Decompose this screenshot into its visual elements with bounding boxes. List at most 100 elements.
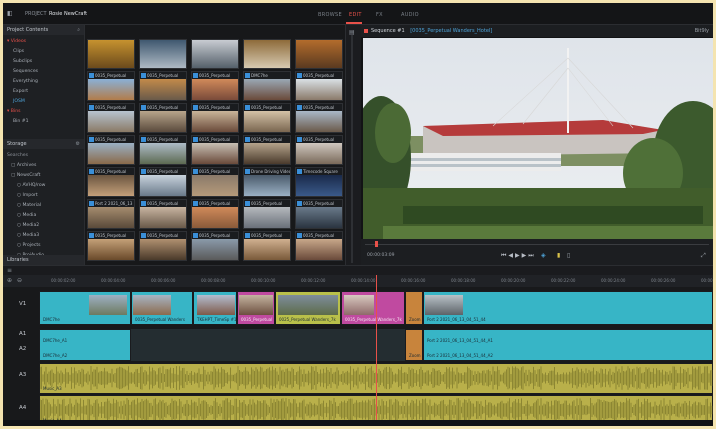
search-icon[interactable]: ⌕ <box>77 27 80 33</box>
video-frame-stadium[interactable] <box>363 38 713 261</box>
clip-type-icon <box>89 233 94 238</box>
thumbnail-image <box>296 207 342 228</box>
viewer-right-label[interactable]: Bit9ly <box>695 25 709 37</box>
tree-item-subclips[interactable]: Subclips <box>7 57 81 67</box>
media-thumbnail[interactable]: DMC7he <box>243 71 291 101</box>
storage-item-projects[interactable]: ○ Projects <box>7 241 45 251</box>
tree-item-josm[interactable]: JOSM <box>7 97 81 107</box>
viewer-scrub-bar[interactable] <box>365 244 709 245</box>
storage-item-media[interactable]: ○ Media <box>7 211 45 221</box>
media-thumbnail[interactable]: 0035_Perpetual <box>191 199 239 229</box>
storage-item-media3[interactable]: ○ Media3 <box>7 231 45 241</box>
media-thumbnail[interactable]: Timecode Square <box>295 167 343 197</box>
thumbnail-caption: 0035_Perpetual <box>192 232 238 239</box>
clip-v1-7[interactable]: Zoom <box>405 291 423 325</box>
thumbnail-caption: 0035_Perpetual <box>88 168 134 175</box>
media-thumbnail[interactable]: 0035_Perpetual <box>191 135 239 165</box>
storage-item-media2[interactable]: ○ Media2 <box>7 221 45 231</box>
tree-item-bins[interactable]: ▾ Bins <box>7 107 81 117</box>
media-thumbnail[interactable]: 0035_Perpetual <box>191 231 239 261</box>
storage-item-material[interactable]: ○ Material <box>7 201 45 211</box>
thumbnail-caption: 0035_Perpetual <box>244 200 290 207</box>
track-label-a2[interactable]: A2 <box>3 346 39 352</box>
timeline-playhead[interactable] <box>376 275 377 426</box>
track-label-v1[interactable]: V1 <box>3 301 39 307</box>
insert-icon[interactable]: ▯ <box>567 252 570 259</box>
project-name-dropdown[interactable]: Rosie NewCraft <box>49 11 87 17</box>
tab-edit[interactable]: EDIT <box>349 12 362 18</box>
transport-controls[interactable]: ⏮◀▶▶⏭ <box>501 252 536 260</box>
track-label-a3[interactable]: A3 <box>3 372 39 378</box>
media-thumbnail[interactable] <box>191 39 239 69</box>
zoom-in-icon[interactable]: ⊕ <box>7 277 12 284</box>
clip-type-icon <box>141 105 146 110</box>
media-thumbnail[interactable]: 0035_Perpetual <box>243 231 291 261</box>
libraries-header[interactable]: Libraries <box>3 255 84 265</box>
track-label-a1[interactable]: A1 <box>3 331 39 337</box>
storage-item-newscraft[interactable]: ▢ NewsCraft <box>7 171 45 181</box>
media-thumbnail[interactable]: 0035_Perpetual <box>295 103 343 133</box>
media-thumbnail[interactable]: 0035_Perpetual <box>87 103 135 133</box>
storage-item-import[interactable]: ○ Import <box>7 191 45 201</box>
storage-item-avhq[interactable]: ○ AVHQ/row <box>7 181 45 191</box>
thumbnail-caption: 0035_Perpetual <box>140 72 186 79</box>
tree-item-export[interactable]: Export <box>7 87 81 97</box>
zoom-out-icon[interactable]: ⊖ <box>17 277 22 284</box>
media-thumbnail[interactable]: Port 2 2021_06_13 <box>87 199 135 229</box>
browser-scrollbar[interactable] <box>351 35 353 263</box>
media-thumbnail[interactable]: 0035_Perpetual <box>139 199 187 229</box>
media-thumbnail[interactable] <box>139 39 187 69</box>
media-thumbnail[interactable]: 0035_Perpetual <box>87 135 135 165</box>
media-thumbnail[interactable]: 0035_Perpetual <box>87 167 135 197</box>
clip-v1-8[interactable]: Port 2 2021_06_13_04_51_44 <box>423 291 713 325</box>
overwrite-icon[interactable]: ▮ <box>557 252 560 259</box>
clip-type-icon <box>245 201 250 206</box>
tab-fx[interactable]: FX <box>376 12 383 18</box>
media-thumbnail[interactable]: 0035_Perpetual <box>139 71 187 101</box>
panel-divider-strip: ▤ <box>345 25 361 265</box>
media-thumbnail[interactable] <box>243 39 291 69</box>
tree-item-videos[interactable]: ▾ Videos <box>7 37 81 47</box>
media-thumbnail[interactable]: 0035_Perpetual <box>295 199 343 229</box>
media-thumbnail[interactable]: Drone Driving Video <box>243 167 291 197</box>
media-thumbnail[interactable] <box>295 39 343 69</box>
viewer-timecode[interactable]: 00:00:03:09 <box>367 253 394 258</box>
tree-item-clips[interactable]: Clips <box>7 47 81 57</box>
media-thumbnail[interactable]: 0035_Perpetual <box>191 103 239 133</box>
media-thumbnail[interactable]: 0035_Perpetual <box>243 199 291 229</box>
media-thumbnail[interactable]: 0035_Perpetual <box>243 103 291 133</box>
media-thumbnail[interactable]: 0035_Perpetual <box>191 71 239 101</box>
media-thumbnail[interactable]: 0035_Perpetual <box>295 135 343 165</box>
tree-item-sequences[interactable]: Sequences <box>7 67 81 77</box>
media-thumbnail[interactable]: 0035_Perpetual <box>191 167 239 197</box>
thumbnail-image <box>244 111 290 132</box>
timeline-scrollbar[interactable] <box>3 420 713 426</box>
media-thumbnail[interactable]: 0035_Perpetual <box>295 71 343 101</box>
viewer-playhead-marker[interactable] <box>375 241 378 247</box>
tree-item-bin-1[interactable]: Bin #1 <box>7 117 81 127</box>
clip-a1-1[interactable]: DMC7he_A1 DMC7he_A2 <box>39 329 131 361</box>
storage-item-searches[interactable]: Searches <box>7 151 45 161</box>
clip-type-icon <box>297 201 302 206</box>
clip-a1-2[interactable]: Port 2 2021_06_13_04_51_44_A1 Port 2 202… <box>423 329 713 361</box>
storage-item-archives[interactable]: ▢ Archives <box>7 161 45 171</box>
media-thumbnail[interactable]: 0035_Perpetual <box>139 135 187 165</box>
tree-item-everything[interactable]: Everything <box>7 77 81 87</box>
media-thumbnail[interactable]: 0035_Perpetual <box>295 231 343 261</box>
media-thumbnail[interactable]: 0035_Perpetual <box>139 167 187 197</box>
tab-browse[interactable]: BROWSE <box>318 12 342 18</box>
track-label-a4[interactable]: A4 <box>3 405 39 411</box>
media-thumbnail[interactable]: 0035_Perpetual <box>87 231 135 261</box>
timeline-menu-icon[interactable]: ≡ <box>7 267 12 274</box>
media-thumbnail[interactable]: 0035_Perpetual <box>87 71 135 101</box>
clip-a-zoom[interactable]: Zoom <box>405 329 423 361</box>
in-out-marker-icon[interactable]: ◈ <box>541 252 546 259</box>
media-thumbnail[interactable]: 0035_Perpetual <box>139 103 187 133</box>
media-thumbnail[interactable] <box>87 39 135 69</box>
tab-audio[interactable]: AUDIO <box>401 12 419 18</box>
timeline-ruler[interactable]: ⊕ ⊖ 00:00:02:00 00:00:04:00 00:00:06:00 00:… <box>3 275 713 287</box>
media-thumbnail[interactable]: 0035_Perpetual <box>139 231 187 261</box>
fullscreen-icon[interactable]: ⤢ <box>701 252 706 260</box>
gear-icon[interactable]: ⚙ <box>76 141 80 147</box>
media-thumbnail[interactable]: 0035_Perpetual <box>243 135 291 165</box>
